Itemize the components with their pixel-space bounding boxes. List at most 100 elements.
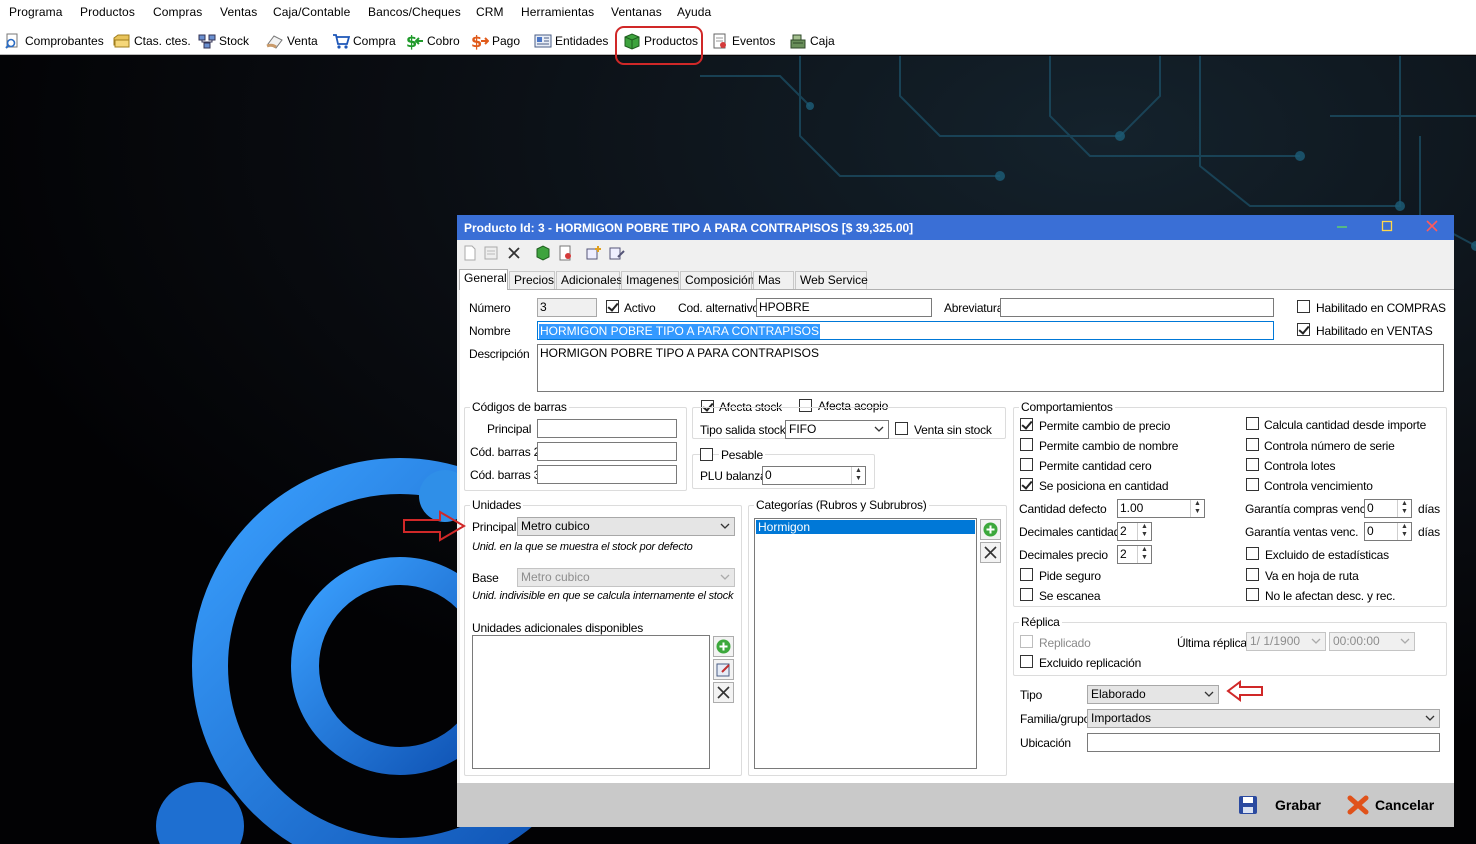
permite-cambio-nombre-checkbox[interactable] (1020, 438, 1033, 451)
decimales-precio-spinner[interactable]: 2 ▲ ▼ (1117, 545, 1152, 564)
toolbar-eventos-button[interactable]: Eventos (711, 30, 775, 52)
menu-compras[interactable]: Compras (153, 5, 202, 19)
abreviatura-field[interactable] (1000, 298, 1274, 317)
toolbar-pago-button[interactable]: $ Pago (471, 30, 520, 52)
se-escanea-checkbox[interactable] (1020, 588, 1033, 601)
decimales-cantidad-spinner[interactable]: 2 ▲ ▼ (1117, 522, 1152, 541)
edit-document-icon[interactable] (483, 245, 499, 261)
barras-principal-label: Principal (487, 422, 532, 436)
barras-3-field[interactable] (537, 465, 677, 484)
remove-unidad-button[interactable] (713, 682, 734, 703)
add-unidad-button[interactable] (713, 636, 734, 657)
menu-herramientas[interactable]: Herramientas (521, 5, 594, 19)
toolbar-entidades-label: Entidades (555, 34, 609, 48)
habilitado-ventas-checkbox[interactable] (1297, 323, 1310, 336)
categorias-list[interactable]: Hormigon (754, 518, 977, 769)
tab-precios[interactable]: Precios (509, 271, 555, 289)
permite-cambio-precio-checkbox[interactable] (1020, 418, 1033, 431)
menu-ventas[interactable]: Ventas (220, 5, 257, 19)
categoria-item-hormigon[interactable]: Hormigon (756, 520, 975, 534)
menu-bancos-cheques[interactable]: Bancos/Cheques (368, 5, 461, 19)
unidad-base-select[interactable]: Metro cubico (517, 568, 735, 587)
menu-crm[interactable]: CRM (476, 5, 504, 19)
numero-field[interactable]: 3 (537, 298, 597, 317)
cod-alternativo-field[interactable]: HPOBRE (756, 298, 932, 317)
menu-ayuda[interactable]: Ayuda (677, 5, 711, 19)
delete-icon[interactable] (506, 245, 522, 261)
controla-numero-serie-checkbox[interactable] (1246, 438, 1259, 451)
permite-cantidad-cero-checkbox[interactable] (1020, 458, 1033, 471)
menu-productos[interactable]: Productos (80, 5, 135, 19)
menu-ventanas[interactable]: Ventanas (611, 5, 662, 19)
excluido-estadisticas-checkbox[interactable] (1246, 547, 1259, 560)
new-document-icon[interactable] (462, 245, 478, 261)
ultima-replica-time[interactable]: 00:00:00 (1329, 632, 1415, 651)
tab-web-service[interactable]: Web Service (795, 271, 868, 289)
activo-checkbox[interactable] (606, 300, 619, 313)
barras-2-field[interactable] (537, 442, 677, 461)
tab-mas[interactable]: Mas (753, 271, 794, 289)
toolbar-venta-button[interactable]: Venta (266, 30, 318, 52)
spinner-arrows-icon[interactable]: ▲ ▼ (851, 467, 865, 484)
maximize-button[interactable] (1372, 217, 1402, 238)
remove-categoria-button[interactable] (980, 542, 1001, 563)
garantia-compras-spinner[interactable]: 0 ▲ ▼ (1364, 499, 1412, 518)
replicado-checkbox[interactable] (1020, 635, 1033, 648)
se-posiciona-cantidad-checkbox[interactable] (1020, 478, 1033, 491)
add-categoria-button[interactable] (980, 519, 1001, 540)
toolbar-cobro-button[interactable]: $ Cobro (406, 30, 460, 52)
tab-adicionales[interactable]: Adicionales (556, 271, 622, 289)
menu-programa[interactable]: Programa (9, 5, 63, 19)
spinner-arrows-icon[interactable]: ▲ ▼ (1397, 523, 1411, 540)
spinner-arrows-icon[interactable]: ▲ ▼ (1190, 500, 1204, 517)
controla-vencimiento-checkbox[interactable] (1246, 478, 1259, 491)
descripcion-field[interactable]: HORMIGON POBRE TIPO A PARA CONTRAPISOS (537, 344, 1444, 392)
tipo-salida-select[interactable]: FIFO (785, 420, 889, 439)
venta-sin-stock-checkbox[interactable] (895, 422, 908, 435)
edit-item-icon[interactable] (609, 245, 625, 261)
menu-caja-contable[interactable]: Caja/Contable (273, 5, 350, 19)
pide-seguro-checkbox[interactable] (1020, 568, 1033, 581)
tab-composicion[interactable]: Composición (680, 271, 754, 289)
edit-unidad-button[interactable] (713, 659, 734, 680)
hoja-ruta-checkbox[interactable] (1246, 568, 1259, 581)
tipo-select[interactable]: Elaborado (1087, 685, 1219, 704)
dialog-titlebar[interactable]: Producto Id: 3 - HORMIGON POBRE TIPO A P… (457, 215, 1454, 240)
spinner-arrows-icon[interactable]: ▲ ▼ (1137, 523, 1151, 540)
product-box-icon[interactable] (535, 245, 551, 261)
familia-select[interactable]: Importados (1087, 709, 1440, 728)
pesable-checkbox[interactable] (700, 448, 713, 461)
nombre-field[interactable]: HORMIGON POBRE TIPO A PARA CONTRAPISOS (537, 321, 1274, 340)
garantia-ventas-spinner[interactable]: 0 ▲ ▼ (1364, 522, 1412, 541)
cancelar-button[interactable]: Cancelar (1347, 793, 1434, 817)
toolbar-entidades-button[interactable]: Entidades (534, 30, 608, 52)
tipo-salida-label: Tipo salida stock (700, 423, 786, 437)
tab-imagenes[interactable]: Imagenes (621, 271, 679, 289)
unidad-principal-select[interactable]: Metro cubico (517, 517, 735, 536)
cantidad-defecto-spinner[interactable]: 1.00 ▲ ▼ (1117, 499, 1205, 518)
spinner-arrows-icon[interactable]: ▲ ▼ (1137, 546, 1151, 563)
toolbar-ctas-ctes-button[interactable]: Ctas. ctes. (113, 30, 191, 52)
barras-principal-field[interactable] (537, 419, 677, 438)
toolbar-compra-button[interactable]: Compra (332, 30, 396, 52)
plu-balanza-spinner[interactable]: 0 ▲ ▼ (762, 466, 866, 485)
no-desc-checkbox[interactable] (1246, 588, 1259, 601)
minimize-button[interactable] (1327, 217, 1357, 238)
grabar-button[interactable]: Grabar (1237, 793, 1321, 817)
calcula-cantidad-importe-checkbox[interactable] (1246, 417, 1259, 430)
tab-general[interactable]: General (459, 269, 508, 290)
ultima-replica-date[interactable]: 1/ 1/1900 (1246, 632, 1326, 651)
toolbar-stock-button[interactable]: Stock (198, 30, 249, 52)
report-icon[interactable] (557, 245, 573, 261)
unidades-adicionales-list[interactable] (472, 635, 710, 769)
toolbar-comprobantes-button[interactable]: Comprobantes (4, 30, 104, 52)
ubicacion-field[interactable] (1087, 733, 1440, 752)
controla-lotes-checkbox[interactable] (1246, 458, 1259, 471)
add-item-icon[interactable] (586, 245, 602, 261)
excluido-replicacion-checkbox[interactable] (1020, 655, 1033, 668)
spinner-arrows-icon[interactable]: ▲ ▼ (1397, 500, 1411, 517)
close-button[interactable] (1417, 217, 1447, 238)
habilitado-compras-checkbox[interactable] (1297, 300, 1310, 313)
toolbar-caja-button[interactable]: Caja (789, 30, 835, 52)
folder-stack-icon (113, 34, 130, 48)
